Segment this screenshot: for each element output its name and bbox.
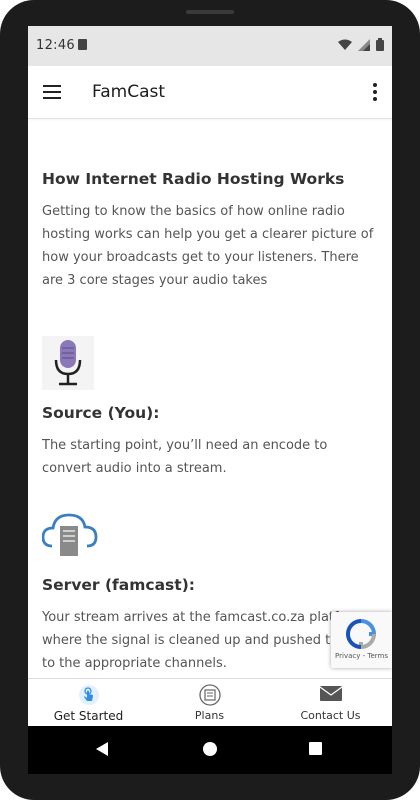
recent-apps-icon[interactable] — [309, 742, 322, 755]
recaptcha-logo-icon — [345, 619, 377, 650]
wifi-icon — [338, 39, 352, 50]
server-title: Server (famcast): — [42, 576, 195, 594]
bottom-navigation: Get Started Plans Contact Us — [28, 678, 392, 727]
app-title: FamCast — [92, 82, 166, 102]
source-title: Source (You): — [42, 404, 160, 422]
nav-get-started[interactable]: Get Started — [28, 679, 149, 727]
intro-paragraph: Getting to know the basics of how online… — [42, 204, 374, 288]
nav-contact-us[interactable]: Contact Us — [270, 679, 391, 727]
more-options-icon[interactable] — [372, 82, 378, 102]
phone-frame: 12:46 FamCast How Internet Radio Hosting… — [0, 0, 420, 800]
recaptcha-badge[interactable]: Privacy - Terms — [331, 612, 392, 668]
status-bar: 12:46 — [28, 26, 392, 66]
screen: 12:46 FamCast How Internet Radio Hosting… — [28, 26, 392, 774]
home-icon[interactable] — [203, 742, 217, 756]
app-bar: FamCast — [28, 66, 392, 119]
content-scroll[interactable]: How Internet Radio Hosting Works Getting… — [28, 118, 392, 678]
nav-label-get-started: Get Started — [53, 709, 124, 723]
server-text: Your stream arrives at the famcast.co.za… — [42, 610, 377, 671]
touch-icon — [78, 685, 99, 705]
microphone-icon — [42, 336, 94, 390]
system-navigation-bar — [28, 726, 392, 774]
page-heading: How Internet Radio Hosting Works — [42, 170, 345, 188]
source-text: The starting point, you’ll need an encod… — [42, 438, 328, 476]
nav-label-contact-us: Contact Us — [300, 709, 361, 722]
phone-speaker — [186, 10, 234, 14]
mail-icon — [319, 686, 342, 701]
signal-icon — [358, 38, 370, 51]
recaptcha-links[interactable]: Privacy - Terms — [331, 652, 392, 660]
cloud-server-icon — [42, 513, 98, 556]
status-icons — [338, 38, 384, 51]
nav-label-plans: Plans — [194, 709, 225, 722]
battery-icon — [376, 38, 384, 51]
hamburger-menu-icon[interactable] — [42, 82, 62, 102]
sd-card-icon — [78, 39, 87, 50]
status-time: 12:46 — [36, 38, 75, 53]
plans-icon — [198, 684, 221, 706]
back-icon[interactable] — [96, 742, 108, 756]
nav-plans[interactable]: Plans — [149, 679, 270, 727]
